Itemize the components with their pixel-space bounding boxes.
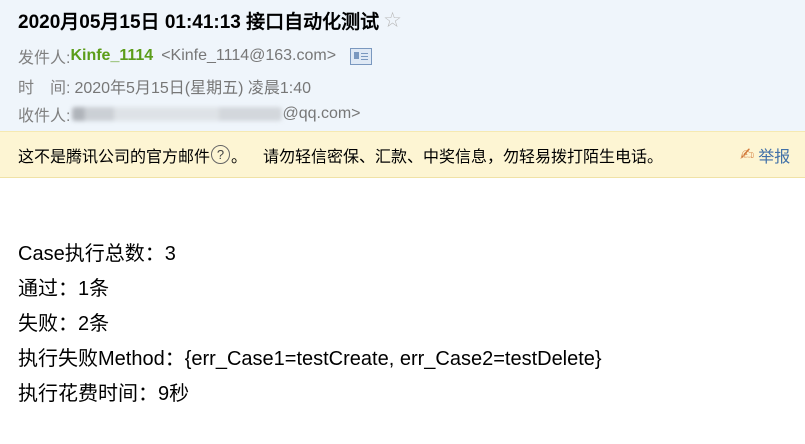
star-icon[interactable]: ☆ [383,10,402,31]
sender-name[interactable]: Kinfe_1114 [70,47,153,65]
security-notice: 这不是腾讯公司的官方邮件 ? 。 请勿轻信密保、汇款、中奖信息，勿轻易拨打陌生电… [0,131,805,178]
report-icon: ✍ [740,144,755,164]
body-line-failed: 失败：2条 [18,313,110,335]
recipient-value-tail: @qq.com> [282,105,361,122]
recipient-row: 收件人: @qq.com> [18,102,361,126]
mail-subject: 2020月05月15日 01:41:13 接口自动化测试 ☆ [18,7,402,34]
body-line-duration: 执行花费时间：9秒 [18,383,190,405]
help-icon[interactable]: ? [211,145,231,164]
body-line-total: Case执行总数：3 [18,243,176,265]
body-line-passed: 通过：1条 [18,278,110,300]
mail-header: 2020月05月15日 01:41:13 接口自动化测试 ☆ 发件人: Kinf… [0,0,805,131]
recipient-redacted [72,107,283,121]
subject-text: 2020月05月15日 01:41:13 接口自动化测试 [18,12,380,33]
time-label: 时 间: [18,80,71,97]
notice-suffix: 。 [231,148,248,166]
body-line-failed-methods: 执行失败Method：{err_Case1=testCreate, err_Ca… [18,348,602,370]
sender-email: <Kinfe_1114@163.com> [161,47,337,64]
mail-body: Case执行总数：3 通过：1条 失败：2条 执行失败Method：{err_C… [18,241,602,416]
recipient-label: 收件人: [18,108,71,125]
time-value: 2020年5月15日(星期五) 凌晨1:40 [74,80,311,97]
notice-text: 这不是腾讯公司的官方邮件 [18,148,211,166]
contact-card-icon[interactable] [350,47,373,65]
time-row: 时 间: 2020年5月15日(星期五) 凌晨1:40 [18,74,311,98]
sender-label: 发件人: [18,50,71,67]
report-label: 举报 [758,148,791,166]
report-link[interactable]: ✍ 举报 [740,132,790,177]
sender-row: 发件人: Kinfe_1114 <Kinfe_1114@163.com> [18,44,373,68]
notice-warning: 请勿轻信密保、汇款、中奖信息，勿轻易拨打陌生电话。 [263,148,664,166]
